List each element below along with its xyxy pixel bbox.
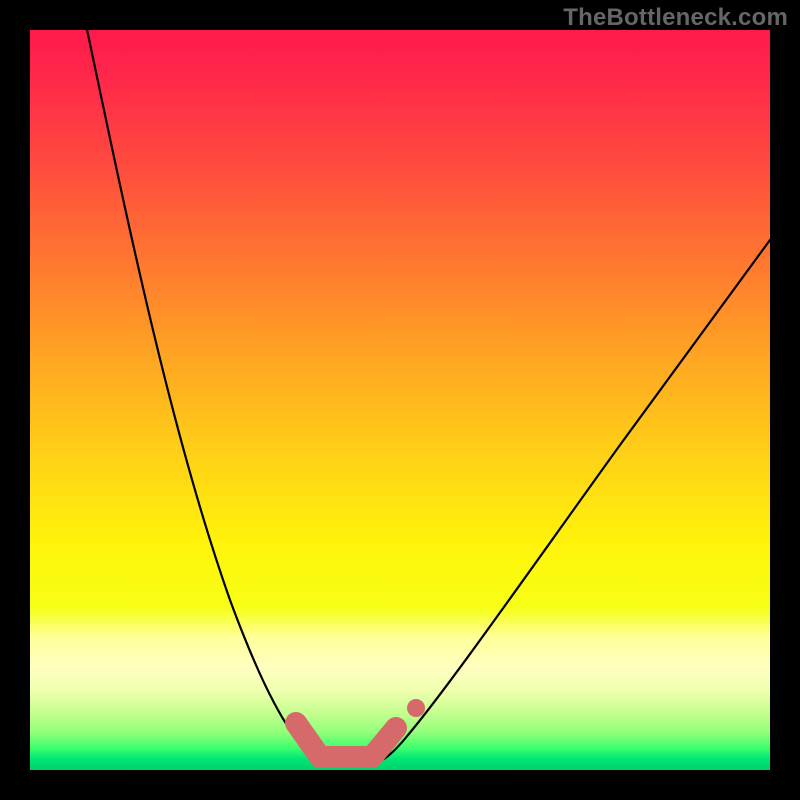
marker-u-stroke: [296, 723, 396, 757]
chart-svg: [30, 30, 770, 770]
gradient-plot-area: [30, 30, 770, 770]
right-curve: [370, 240, 770, 765]
chart-frame: TheBottleneck.com: [0, 0, 800, 800]
left-curve: [85, 20, 326, 765]
marker-dot-right: [407, 699, 425, 717]
watermark-text: TheBottleneck.com: [563, 4, 788, 32]
